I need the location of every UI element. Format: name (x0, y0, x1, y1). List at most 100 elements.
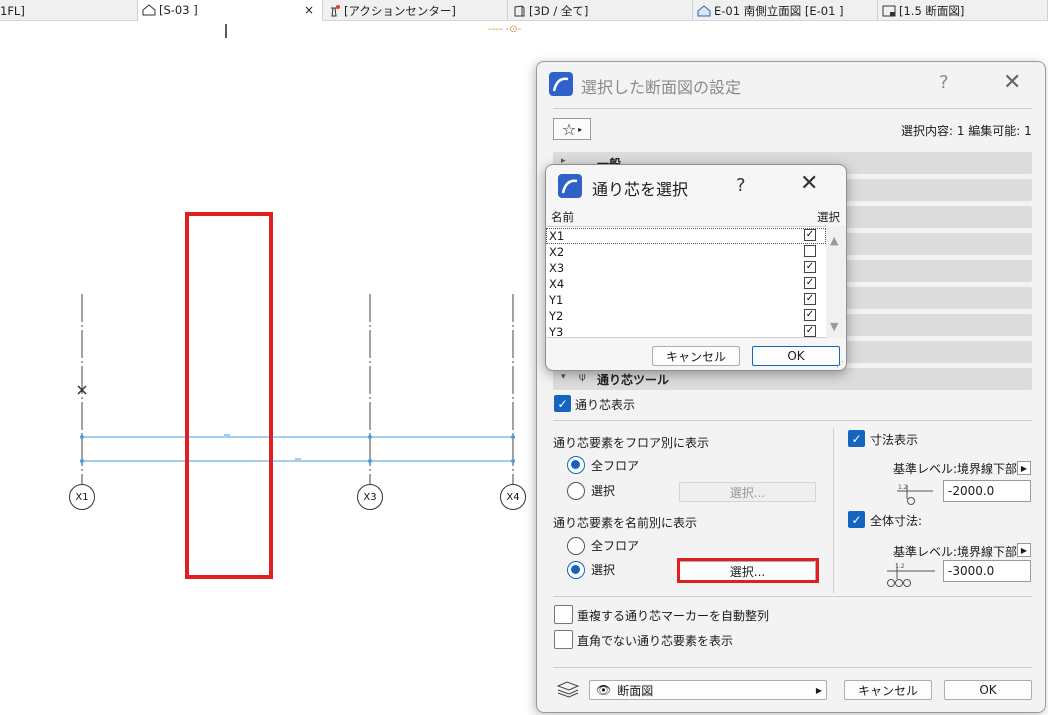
dialog-title: 選択した断面図の設定 (581, 78, 742, 97)
eye-icon: 👁 (596, 683, 612, 697)
help-icon[interactable]: ? (736, 175, 746, 196)
marker-legend: ---- -⊙- (488, 24, 522, 35)
close-icon[interactable]: × (304, 3, 314, 17)
grid-tool-icon: ⍦ (579, 370, 586, 383)
section-icon (142, 4, 156, 16)
row-checkbox[interactable]: ✓ (804, 325, 816, 337)
by-name-all-label: 全フロア (591, 539, 640, 553)
grid-bubble-x3[interactable]: X3 (357, 484, 383, 510)
row-checkbox[interactable] (804, 245, 816, 257)
list-scrollbar[interactable]: ▲ ▼ (826, 226, 846, 338)
by-name-select-label: 選択 (591, 563, 616, 577)
tab-e-01[interactable]: E-01 南側立面図 [E-01 ] (693, 0, 878, 21)
tab-1-5-section[interactable]: [1.5 断面図] (878, 0, 1048, 21)
view-selector[interactable]: 👁 断面図 ▶ (589, 680, 827, 700)
collapse-arrow-icon: ▾ (561, 372, 566, 382)
by-floor-select-radio[interactable] (567, 482, 585, 500)
highlight-box-select-button (677, 558, 819, 583)
close-icon[interactable]: ✕ (800, 171, 818, 196)
favorites-button[interactable]: ☆ ▸ (553, 118, 591, 140)
popup-cancel-button[interactable]: キャンセル (652, 346, 740, 366)
tab-3d[interactable]: [3D / 全て] (508, 0, 693, 21)
non-orthogonal-label: 直角でない通り芯要素を表示 (577, 634, 734, 648)
layout-icon (882, 5, 896, 16)
overall-ref-level-arrow[interactable]: ▶ (1017, 543, 1031, 557)
section-settings-dialog: 選択した断面図の設定 ? ✕ ☆▸ 選択内容: 1 編集可能: 1 ▸ 一般 ▾… (536, 61, 1046, 713)
overall-dimension-checkbox[interactable]: ✓ (848, 511, 865, 528)
view-selector-label: 断面図 (617, 683, 654, 698)
ok-button[interactable]: OK (944, 680, 1032, 700)
tab-e-01-label: E-01 南側立面図 [E-01 ] (714, 3, 844, 18)
star-icon: ☆ (561, 119, 577, 139)
svg-text:1.2: 1.2 (898, 484, 908, 491)
list-item[interactable]: Y2 ✓ (546, 308, 826, 324)
dimension-display-label: 寸法表示 (870, 433, 919, 447)
vertical-separator (833, 428, 834, 593)
grid-display-label: 通り芯表示 (575, 398, 636, 412)
non-orthogonal-checkbox[interactable] (554, 630, 573, 649)
close-icon[interactable]: ✕ (1003, 70, 1021, 95)
grid-display-checkbox[interactable]: ✓ (554, 395, 571, 412)
row-checkbox[interactable]: ✓ (804, 309, 816, 321)
tab-s-03[interactable]: [S-03 ] × (138, 0, 323, 21)
dimension-ref-level: 基準レベル:境界線下部 (893, 462, 1018, 476)
by-name-select-radio[interactable] (567, 561, 585, 579)
select-grid-dialog: 通り芯を選択 ? ✕ 名前 選択 X1 ✓ X2 X3 ✓ X4 ✓ Y1 ✓ … (545, 164, 847, 371)
3d-icon (514, 4, 525, 16)
svg-text:1.2: 1.2 (895, 563, 905, 570)
by-name-all-radio[interactable] (567, 537, 585, 555)
popup-title: 通り芯を選択 (592, 180, 689, 199)
row-checkbox[interactable]: ✓ (804, 293, 816, 305)
tab-1fl[interactable]: 1FL] (0, 0, 138, 21)
tab-action-center[interactable]: [アクションセンター] (323, 0, 508, 21)
popup-ok-button[interactable]: OK (752, 346, 840, 366)
panel-grid-tool[interactable]: ▾ ⍦ 通り芯ツール (553, 368, 1032, 390)
dimension-symbol-icon: 1.2 (897, 484, 933, 505)
selection-info: 選択内容: 1 編集可能: 1 (901, 124, 1032, 138)
cancel-button[interactable]: キャンセル (844, 680, 932, 700)
column-header-name: 名前 (551, 210, 574, 224)
elevation-icon (697, 4, 711, 16)
dimension-display-checkbox[interactable]: ✓ (848, 430, 865, 447)
scroll-down-icon[interactable]: ▼ (830, 320, 838, 333)
column-header-select: 選択 (817, 210, 840, 224)
overall-dimension-symbol-icon: 1.2 (887, 563, 935, 587)
view-tab-bar: 1FL] [S-03 ] × [アクションセンター] [3D / 全て] E-0… (0, 0, 1048, 21)
overall-ref-level: 基準レベル:境界線下部 (893, 545, 1018, 559)
resize-grip-icon[interactable]: ⋰ (836, 360, 844, 369)
list-item[interactable]: Y1 ✓ (546, 292, 826, 308)
by-floor-select-label: 選択 (591, 484, 616, 498)
by-floor-all-label: 全フロア (591, 459, 640, 473)
by-floor-heading: 通り芯要素をフロア別に表示 (553, 436, 710, 450)
tab-1fl-label: 1FL] (0, 3, 25, 18)
layers-icon (556, 681, 580, 698)
tab-3d-label: [3D / 全て] (529, 3, 589, 18)
overall-dimension-label: 全体寸法: (870, 514, 923, 528)
grid-list: X1 ✓ X2 X3 ✓ X4 ✓ Y1 ✓ Y2 ✓ Y3 ✓ (546, 226, 826, 340)
footer-separator (553, 667, 1032, 668)
grid-bubble-x4[interactable]: X4 (500, 484, 526, 510)
scroll-up-icon[interactable]: ▲ (830, 234, 838, 247)
by-floor-all-radio[interactable] (567, 456, 585, 474)
list-item[interactable]: X4 ✓ (546, 276, 826, 292)
help-icon[interactable]: ? (939, 72, 949, 93)
row-checkbox[interactable]: ✓ (804, 277, 816, 289)
list-item[interactable]: Y3 ✓ (546, 324, 826, 340)
list-item[interactable]: X3 ✓ (546, 260, 826, 276)
archicad-logo-icon (558, 174, 582, 198)
by-name-heading: 通り芯要素を名前別に表示 (553, 516, 698, 530)
title-separator (553, 108, 1032, 109)
row-checkbox[interactable]: ✓ (804, 229, 816, 241)
list-item[interactable]: X1 ✓ (546, 228, 826, 244)
row-checkbox[interactable]: ✓ (804, 261, 816, 273)
overall-dimension-value-input[interactable]: -3000.0 (943, 560, 1031, 582)
list-item[interactable]: X2 (546, 244, 826, 260)
by-floor-select-button[interactable]: 選択... (679, 482, 816, 502)
panel-grid-tool-label: 通り芯ツール (597, 373, 670, 387)
chevron-right-icon: ▶ (815, 685, 822, 695)
auto-arrange-checkbox[interactable] (554, 605, 573, 624)
dimension-ref-level-arrow[interactable]: ▶ (1017, 461, 1031, 475)
dimension-value-input[interactable]: -2000.0 (943, 480, 1031, 502)
grid-bubble-x1[interactable]: X1 (69, 484, 95, 510)
tab-s-03-label: [S-03 ] (159, 3, 198, 17)
